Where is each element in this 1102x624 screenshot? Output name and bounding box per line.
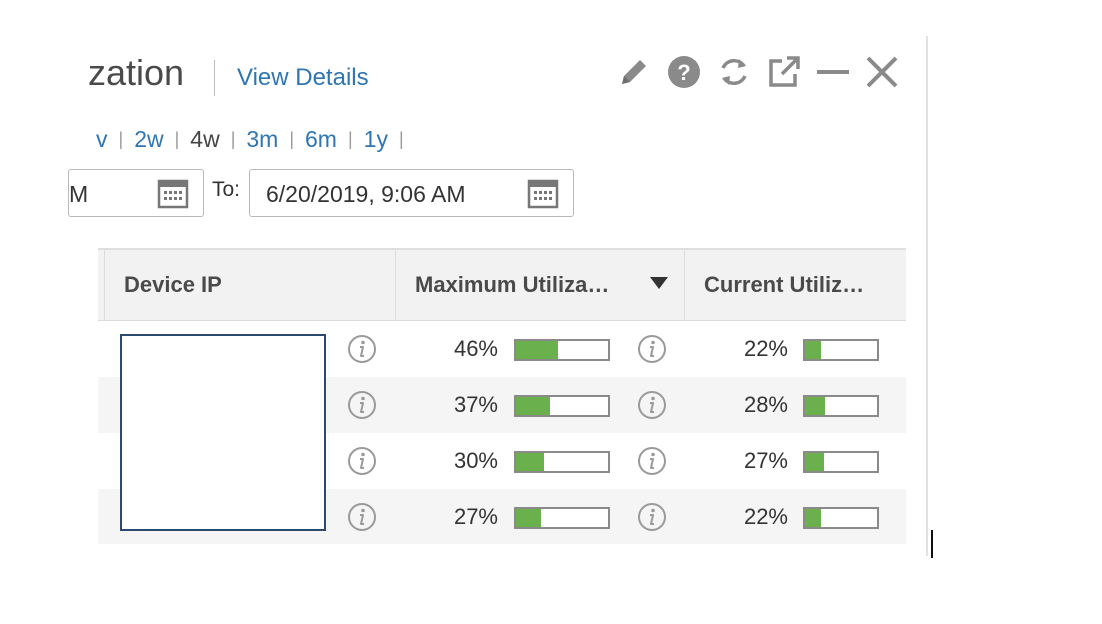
column-header-current-utilization[interactable]: Current Utiliz… bbox=[704, 250, 864, 320]
utilization-info-icon[interactable] bbox=[637, 390, 667, 420]
max-utilization-value: 27% bbox=[453, 504, 498, 529]
help-icon[interactable]: ? bbox=[666, 54, 702, 90]
sort-desc-icon[interactable] bbox=[650, 277, 668, 289]
current-utilization-bar-fill bbox=[805, 509, 821, 527]
max-utilization-bar bbox=[514, 395, 610, 417]
minimize-icon[interactable] bbox=[815, 54, 851, 90]
utilization-panel: zation View Details ? v | 2w | 4w | 3m | 6m | 1y | … bbox=[0, 0, 928, 560]
utilization-info-icon[interactable] bbox=[637, 446, 667, 476]
table-header: Device IP Maximum Utiliza… Current Utili… bbox=[98, 248, 906, 321]
current-utilization-bar-fill bbox=[805, 397, 826, 415]
utilization-info-icon[interactable] bbox=[637, 502, 667, 532]
max-utilization-value: 37% bbox=[453, 392, 498, 417]
range-separator: | bbox=[118, 129, 124, 149]
range-separator: | bbox=[347, 129, 353, 149]
max-utilization-bar bbox=[514, 339, 610, 361]
column-divider bbox=[395, 250, 396, 320]
from-date-field[interactable]: M bbox=[68, 169, 204, 217]
current-utilization-value: 27% bbox=[743, 448, 788, 473]
to-label: To: bbox=[212, 178, 241, 201]
table-overflow-area bbox=[98, 544, 906, 560]
column-divider bbox=[684, 250, 685, 320]
range-link-4w[interactable]: 4w bbox=[190, 126, 219, 152]
device-info-icon[interactable] bbox=[347, 502, 377, 532]
time-range-selector: v | 2w | 4w | 3m | 6m | 1y | bbox=[96, 126, 415, 153]
current-utilization-bar bbox=[803, 451, 879, 473]
current-utilization-bar bbox=[803, 507, 879, 529]
max-utilization-bar-fill bbox=[516, 341, 559, 359]
pencil-icon[interactable] bbox=[616, 54, 652, 90]
text-cursor bbox=[931, 530, 933, 558]
max-utilization-value: 46% bbox=[453, 336, 498, 361]
refresh-icon[interactable] bbox=[716, 54, 752, 90]
device-info-icon[interactable] bbox=[347, 390, 377, 420]
current-utilization-value: 22% bbox=[743, 336, 788, 361]
to-date-value: 6/20/2019, 9:06 AM bbox=[266, 181, 466, 207]
max-utilization-bar-fill bbox=[516, 397, 551, 415]
max-utilization-bar-fill bbox=[516, 509, 541, 527]
range-link[interactable]: v bbox=[96, 126, 108, 152]
max-utilization-bar-fill bbox=[516, 453, 544, 471]
range-link-2w[interactable]: 2w bbox=[134, 126, 163, 152]
range-link-3m[interactable]: 3m bbox=[246, 126, 278, 152]
utilization-info-icon[interactable] bbox=[637, 334, 667, 364]
panel-title: zation bbox=[88, 52, 185, 93]
from-date-value: M bbox=[69, 181, 89, 207]
range-separator: | bbox=[289, 129, 295, 149]
current-utilization-bar-fill bbox=[805, 341, 821, 359]
max-utilization-bar bbox=[514, 507, 610, 529]
max-utilization-value: 30% bbox=[453, 448, 498, 473]
view-details-link[interactable]: View Details bbox=[237, 64, 369, 92]
range-link-1y[interactable]: 1y bbox=[364, 126, 388, 152]
column-header-device-ip[interactable]: Device IP bbox=[124, 250, 222, 320]
current-utilization-bar-fill bbox=[805, 453, 825, 471]
current-utilization-bar bbox=[803, 395, 879, 417]
svg-text:?: ? bbox=[677, 60, 690, 85]
panel-border bbox=[926, 36, 928, 556]
calendar-icon[interactable] bbox=[527, 177, 559, 209]
close-icon[interactable] bbox=[864, 54, 900, 90]
current-utilization-value: 28% bbox=[743, 392, 788, 417]
range-separator: | bbox=[398, 129, 404, 149]
external-link-icon[interactable] bbox=[766, 54, 802, 90]
column-header-max-utilization[interactable]: Maximum Utiliza… bbox=[415, 250, 609, 320]
range-separator: | bbox=[230, 129, 236, 149]
to-date-field[interactable]: 6/20/2019, 9:06 AM bbox=[249, 169, 574, 217]
current-utilization-value: 22% bbox=[743, 504, 788, 529]
device-info-icon[interactable] bbox=[347, 334, 377, 364]
column-divider bbox=[104, 250, 105, 320]
range-link-6m[interactable]: 6m bbox=[305, 126, 337, 152]
redacted-device-ip-block bbox=[120, 334, 326, 531]
device-info-icon[interactable] bbox=[347, 446, 377, 476]
max-utilization-bar bbox=[514, 451, 610, 473]
current-utilization-bar bbox=[803, 339, 879, 361]
range-separator: | bbox=[174, 129, 180, 149]
title-separator bbox=[214, 60, 215, 96]
calendar-icon[interactable] bbox=[157, 177, 189, 209]
